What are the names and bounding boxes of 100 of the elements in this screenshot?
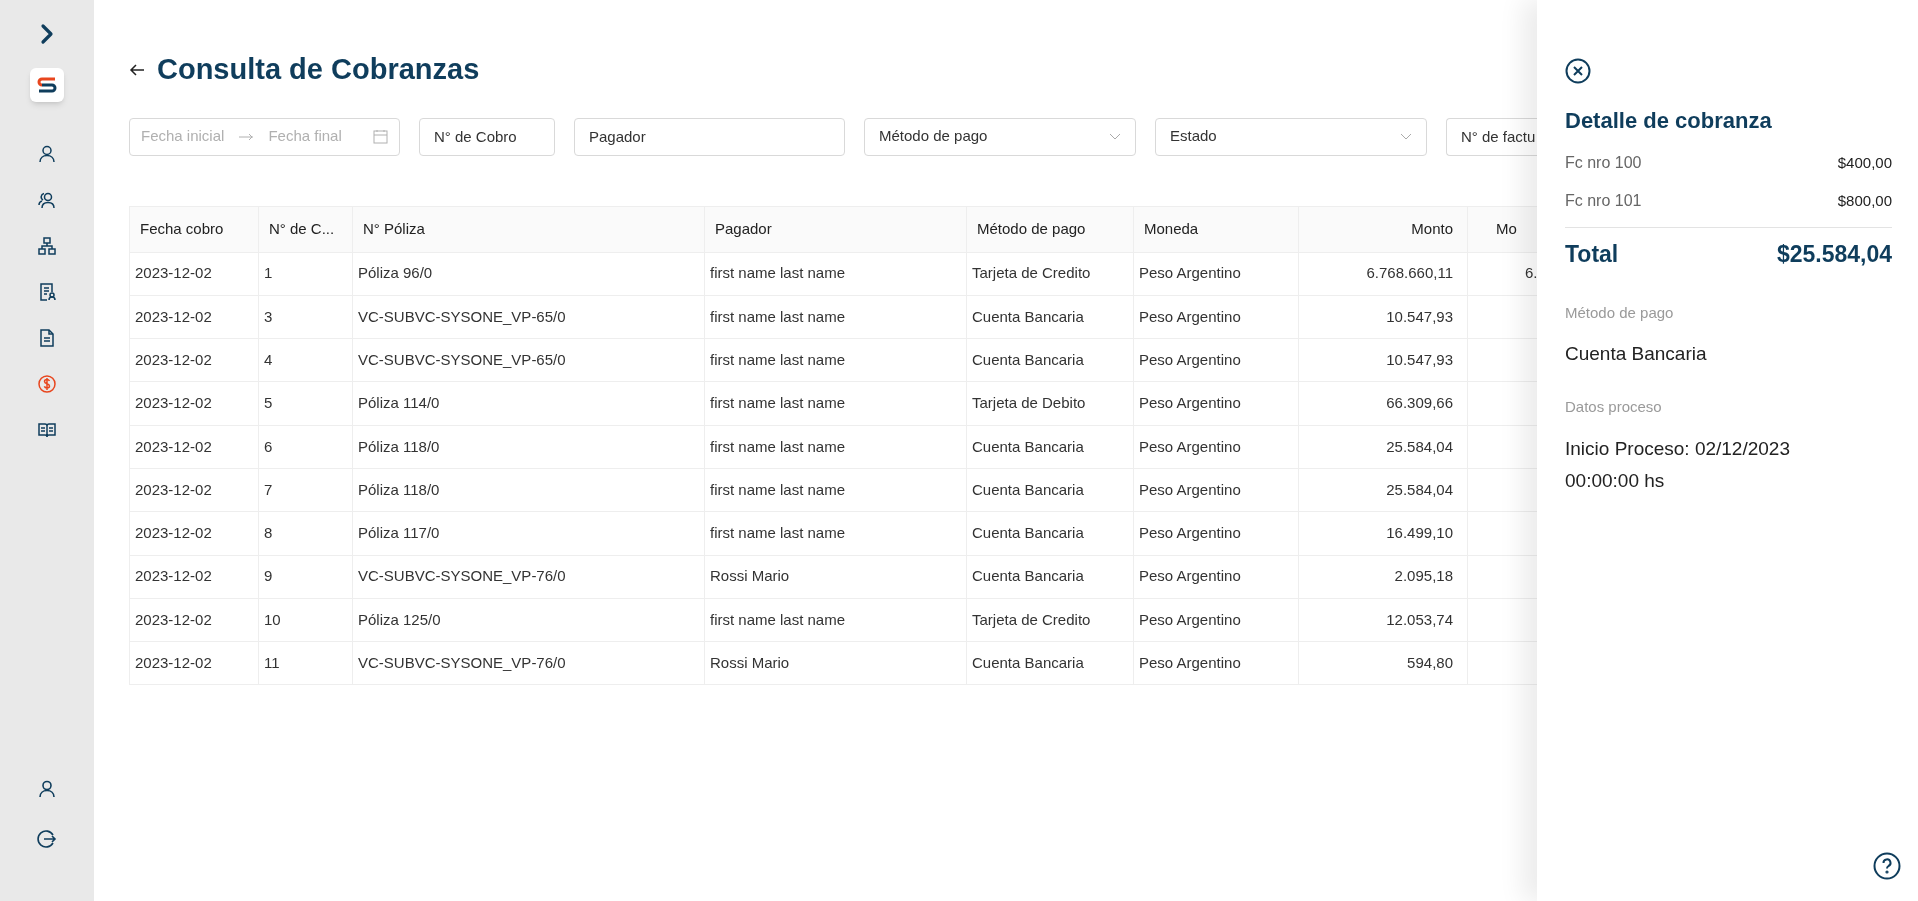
table-cell: Póliza 125/0 (352, 598, 705, 642)
section-value: Inicio Proceso: 02/12/2023 00:00:00 hs (1565, 436, 1791, 493)
chevron-down-icon (1400, 132, 1412, 141)
table-cell: 2023-12-02 (129, 425, 259, 469)
table-cell: 2023-12-02 (129, 555, 259, 599)
table-cell: Tarjeta de Credito (966, 252, 1134, 296)
table-cell: 2023-12-02 (129, 641, 259, 685)
table-cell: Peso Argentino (1133, 381, 1299, 426)
table-cell: first name last name (704, 425, 967, 469)
table-cell: first name last name (704, 598, 967, 642)
close-icon[interactable] (1565, 58, 1591, 84)
help-icon[interactable] (1873, 852, 1901, 880)
arrow-right-icon (238, 132, 255, 141)
table-cell: first name last name (704, 295, 967, 339)
chevron-down-icon (1109, 132, 1121, 141)
table-cell: 7 (258, 468, 353, 512)
table-cell: 3 (258, 295, 353, 339)
table-cell: 10 (258, 598, 353, 642)
column-header: N° Póliza (352, 206, 705, 252)
table-cell: VC-SUBVC-SYSONE_VP-76/0 (352, 641, 705, 685)
table-cell: VC-SUBVC-SYSONE_VP-65/0 (352, 338, 705, 382)
table-cell: 2023-12-02 (129, 252, 259, 296)
table-cell: Póliza 118/0 (352, 425, 705, 469)
table-cell: 594,80 (1298, 641, 1468, 685)
section-value: Cuenta Bancaria (1565, 342, 1708, 366)
table-cell: 25.584,04 (1298, 425, 1468, 469)
column-header: Pagador (704, 206, 967, 252)
column-header: N° de C... (258, 206, 353, 252)
invoice-amount: $400,00 (1837, 152, 1892, 173)
document-user-icon[interactable] (37, 282, 57, 302)
column-header: Método de pago (966, 206, 1134, 252)
table-cell: Peso Argentino (1133, 511, 1299, 556)
total-label: Total (1565, 240, 1619, 269)
end-date-placeholder: Fecha final (268, 126, 342, 147)
collection-number-field[interactable]: N° de Cobro (419, 117, 555, 156)
table-cell: 10.547,93 (1298, 338, 1468, 382)
table-cell: Tarjeta de Debito (966, 381, 1134, 426)
table-cell: first name last name (704, 381, 967, 426)
section-label: Método de pago (1565, 302, 1675, 323)
table-cell: 1 (258, 252, 353, 296)
table-cell: 5 (258, 381, 353, 426)
hierarchy-icon[interactable] (37, 236, 57, 256)
table-cell: Peso Argentino (1133, 338, 1299, 382)
table-cell: Póliza 117/0 (352, 511, 705, 556)
table-cell: 2023-12-02 (129, 598, 259, 642)
user-icon[interactable] (37, 144, 57, 164)
table-cell: Peso Argentino (1133, 555, 1299, 599)
table-cell: VC-SUBVC-SYSONE_VP-76/0 (352, 555, 705, 599)
table-cell: 6 (258, 425, 353, 469)
user-icon[interactable] (37, 779, 57, 799)
book-icon[interactable] (37, 420, 57, 440)
table-cell: first name last name (704, 511, 967, 556)
table-cell: 8 (258, 511, 353, 556)
table-cell: Rossi Mario (704, 555, 967, 599)
table-cell: 2023-12-02 (129, 468, 259, 512)
logout-icon[interactable] (37, 829, 57, 849)
table-cell: Póliza 114/0 (352, 381, 705, 426)
table-cell: Póliza 96/0 (352, 252, 705, 296)
document-icon[interactable] (37, 328, 57, 348)
panel-title: Detalle de cobranza (1565, 107, 1773, 135)
users-icon[interactable] (37, 190, 57, 210)
section-label: Datos proceso (1565, 397, 1663, 417)
table-cell: first name last name (704, 338, 967, 382)
table-cell: 4 (258, 338, 353, 382)
table-cell: Cuenta Bancaria (966, 511, 1134, 556)
table-cell: 66.309,66 (1298, 381, 1468, 426)
table-cell: Tarjeta de Credito (966, 598, 1134, 642)
column-header: Moneda (1133, 206, 1299, 252)
invoice-number-field[interactable]: N° de factu (1446, 117, 1537, 156)
table-cell: Cuenta Bancaria (966, 425, 1134, 469)
table-cell: 2023-12-02 (129, 381, 259, 426)
table-cell: 2023-12-02 (129, 511, 259, 556)
start-date-placeholder: Fecha inicial (141, 126, 225, 147)
total-amount: $25.584,04 (1776, 240, 1892, 269)
invoice-label: Fc nro 101 (1565, 191, 1642, 211)
table-cell: 2023-12-02 (129, 338, 259, 382)
table-cell: 9 (258, 555, 353, 599)
page-title: Consulta de Cobranzas (157, 52, 480, 87)
table-cell: first name last name (704, 252, 967, 296)
table-cell: Peso Argentino (1133, 295, 1299, 339)
status-select[interactable]: Estado (1155, 117, 1427, 156)
table-cell: Peso Argentino (1133, 598, 1299, 642)
table-cell: 16.499,10 (1298, 511, 1468, 556)
table-cell: 25.584,04 (1298, 468, 1468, 512)
payer-field[interactable]: Pagador (574, 117, 845, 156)
app-logo (30, 68, 64, 102)
table-cell: 2.095,18 (1298, 555, 1468, 599)
table-cell: VC-SUBVC-SYSONE_VP-65/0 (352, 295, 705, 339)
table-cell: 2023-12-02 (129, 295, 259, 339)
table-cell: 12.053,74 (1298, 598, 1468, 642)
table-cell: Peso Argentino (1133, 425, 1299, 469)
table-cell: Peso Argentino (1133, 468, 1299, 512)
dollar-circle-icon[interactable] (37, 374, 57, 394)
invoice-label: Fc nro 100 (1565, 153, 1642, 173)
column-header: Monto (1298, 206, 1468, 252)
back-arrow-icon[interactable] (129, 62, 145, 77)
column-header: Fecha cobro (129, 206, 259, 252)
payment-method-select[interactable]: Método de pago (864, 117, 1136, 156)
invoice-amount: $800,00 (1837, 190, 1892, 211)
table-cell: Cuenta Bancaria (966, 555, 1134, 599)
